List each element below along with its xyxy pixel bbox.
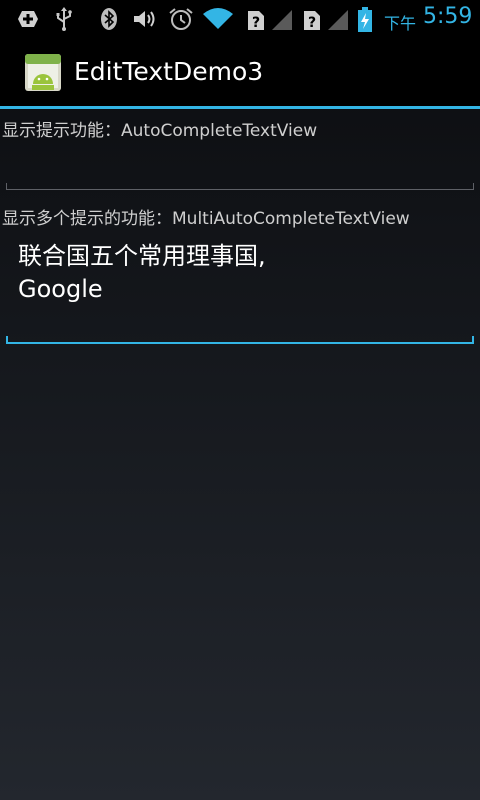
action-bar: EditTextDemo3 (0, 38, 480, 109)
android-app-icon[interactable] (24, 52, 62, 92)
input-line-1: 联合国五个常用理事国, (18, 242, 266, 270)
svg-text:?: ? (308, 15, 316, 31)
multi-auto-complete-label: 显示多个提示的功能：MultiAutoCompleteTextView (2, 209, 410, 229)
field-tick-left (6, 183, 7, 190)
multi-auto-complete-text-view[interactable]: 联合国五个常用理事国, Google (6, 232, 474, 344)
field-tick-left (6, 336, 8, 344)
alarm-icon (168, 7, 194, 31)
field-underline (6, 342, 474, 344)
sim-unknown-icon: ? (247, 7, 265, 31)
auto-complete-input[interactable] (18, 148, 458, 181)
auto-complete-label: 显示提示功能：AutoCompleteTextView (2, 121, 318, 141)
status-ampm: 下午 (384, 14, 417, 33)
field-tick-right (473, 183, 474, 190)
multi-auto-complete-input[interactable]: 联合国五个常用理事国, Google (18, 240, 458, 306)
battery-charging-icon (356, 7, 374, 32)
app-title: EditTextDemo3 (74, 57, 264, 86)
field-underline (6, 189, 474, 190)
wifi-icon (202, 7, 234, 31)
auto-complete-text-view[interactable] (6, 140, 474, 190)
volume-icon (132, 7, 160, 31)
input-line-2: Google (18, 275, 103, 303)
status-bar: ? ? 下午 5:59 (0, 0, 480, 38)
add-notification-icon (16, 7, 40, 31)
signal-icon (326, 7, 350, 31)
signal-icon (270, 7, 294, 31)
status-time: 5:59 (423, 4, 473, 29)
sim-unknown-icon: ? (303, 7, 321, 31)
usb-icon (54, 7, 74, 31)
svg-text:?: ? (252, 15, 260, 31)
bluetooth-icon (100, 7, 118, 31)
field-tick-right (472, 336, 474, 344)
